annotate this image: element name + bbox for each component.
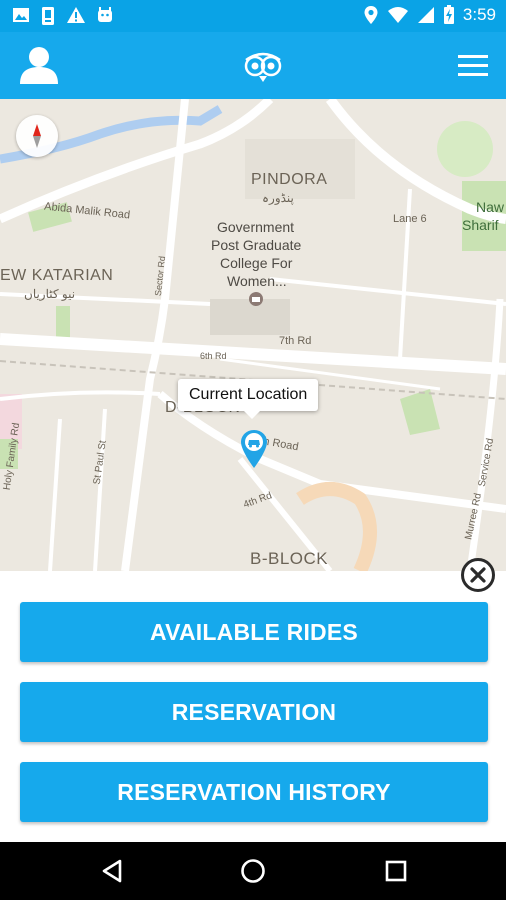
android-icon	[98, 7, 112, 22]
map-label-7th-rd: 7th Rd	[279, 335, 312, 347]
current-location-pin-icon[interactable]	[240, 429, 268, 469]
map-label-katarian-urdu: نیو کٹاریاں	[24, 287, 76, 301]
sim-card-icon	[42, 7, 54, 25]
map-label-college-4: Women...	[227, 273, 287, 289]
close-icon	[470, 567, 486, 583]
map-label-pindora-urdu: پنڈورہ	[262, 191, 294, 205]
warning-icon	[67, 7, 85, 23]
recents-square-icon[interactable]	[382, 857, 410, 885]
map-label-sharif: Sharif	[462, 217, 499, 233]
map-label-katarian: EW KATARIAN	[0, 267, 114, 284]
map-label-college-2: Post Graduate	[211, 237, 302, 253]
school-poi-icon[interactable]	[248, 291, 264, 307]
wifi-icon	[387, 7, 408, 23]
signal-icon	[417, 7, 434, 23]
back-triangle-icon[interactable]	[98, 857, 126, 885]
status-bar: 3:59	[0, 0, 506, 32]
current-location-callout[interactable]: Current Location	[178, 379, 319, 419]
close-button[interactable]	[461, 558, 495, 592]
available-rides-button[interactable]: AVAILABLE RIDES	[20, 602, 488, 662]
map-label-6th-rd: 6th Rd	[200, 351, 227, 361]
map-view[interactable]: PINDORA پنڈورہ Government Post Graduate …	[0, 99, 506, 571]
system-nav-bar	[0, 842, 506, 900]
action-panel: AVAILABLE RIDES RESERVATION RESERVATION …	[0, 558, 506, 842]
map-label-college-3: College For	[220, 255, 293, 271]
reservation-button[interactable]: RESERVATION	[20, 682, 488, 742]
image-icon	[13, 8, 29, 22]
map-label-pindora: PINDORA	[251, 171, 328, 188]
reservation-history-button[interactable]: RESERVATION HISTORY	[20, 762, 488, 822]
map-label-college-1: Government	[217, 219, 295, 235]
map-label-b-block: B-BLOCK	[250, 549, 329, 568]
compass-button[interactable]	[16, 115, 58, 157]
app-logo-icon	[244, 52, 282, 82]
status-time: 3:59	[462, 5, 496, 24]
location-icon	[364, 6, 378, 24]
map-label-lane6: Lane 6	[393, 213, 427, 225]
home-circle-icon[interactable]	[239, 857, 267, 885]
battery-charging-icon	[443, 5, 454, 24]
compass-icon	[33, 124, 41, 148]
map-label-naw: Naw	[476, 199, 505, 215]
user-profile-icon[interactable]	[18, 44, 60, 86]
app-bar	[0, 32, 506, 99]
hamburger-menu-icon[interactable]	[456, 50, 490, 80]
